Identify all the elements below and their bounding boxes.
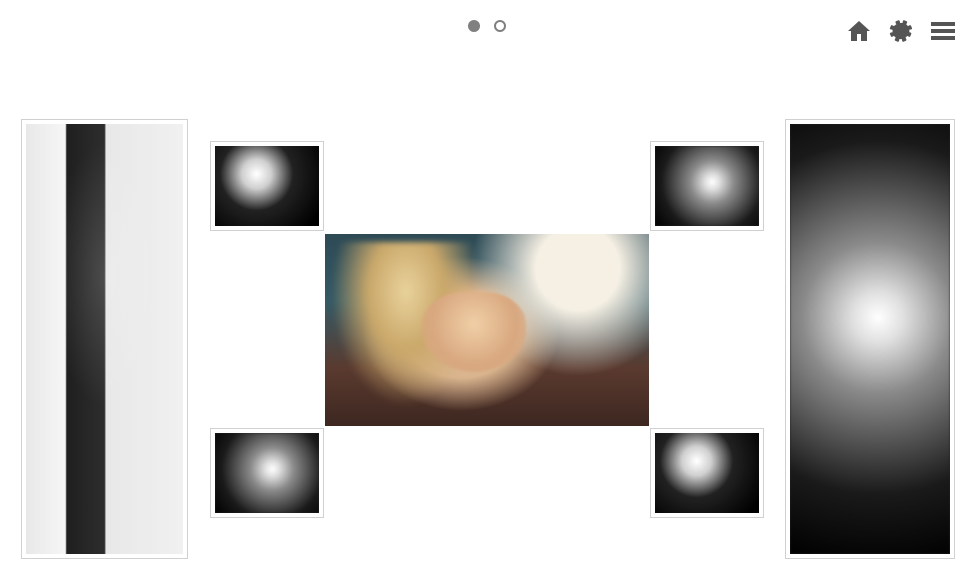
gallery-thumb-top-right[interactable] (651, 142, 763, 230)
pagination-dots (468, 20, 506, 32)
photo-placeholder (655, 146, 759, 226)
menu-icon[interactable] (930, 20, 956, 42)
home-icon[interactable] (846, 19, 872, 43)
gallery-thumb-center[interactable] (325, 234, 649, 426)
photo-placeholder (215, 146, 319, 226)
top-nav (846, 18, 956, 44)
gallery-thumb-bottom-right[interactable] (651, 429, 763, 517)
page-dot-1[interactable] (468, 20, 480, 32)
gallery-thumb-top-left[interactable] (211, 142, 323, 230)
photo-placeholder (655, 433, 759, 513)
photo-placeholder (325, 234, 649, 426)
gallery-thumb-big-right[interactable] (786, 120, 954, 558)
photo-placeholder (790, 124, 950, 554)
gear-icon[interactable] (888, 18, 914, 44)
photo-placeholder (26, 124, 183, 554)
page-dot-2[interactable] (494, 20, 506, 32)
gallery-thumb-big-left[interactable] (22, 120, 187, 558)
top-bar (0, 0, 974, 60)
gallery-stage (0, 60, 974, 583)
photo-placeholder (215, 433, 319, 513)
gallery-thumb-bottom-left[interactable] (211, 429, 323, 517)
